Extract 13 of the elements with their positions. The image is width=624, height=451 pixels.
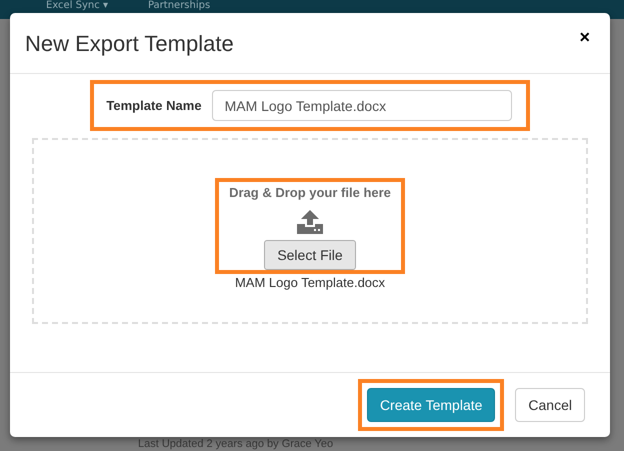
field-label: Template Name xyxy=(106,98,202,113)
upload-icon xyxy=(297,210,323,234)
cancel-button[interactable]: Cancel xyxy=(515,388,585,422)
dialog-title: New Export Template xyxy=(25,31,234,57)
nav-link[interactable]: Partnerships xyxy=(148,0,210,11)
select-file-button[interactable]: Select File xyxy=(264,240,356,270)
close-button[interactable]: × xyxy=(579,26,590,48)
template-name-field[interactable]: MAM Logo Template.docx xyxy=(212,90,512,121)
nav-link[interactable]: Excel Sync ▾ xyxy=(46,0,108,11)
drop-prompt: Drag & Drop your file here xyxy=(229,185,391,200)
file-name: MAM Logo Template.docx xyxy=(234,275,386,290)
last-updated-text: Last Updated 2 years ago by Grace Yeo xyxy=(138,438,334,450)
create-button[interactable]: Create Template xyxy=(366,388,496,422)
